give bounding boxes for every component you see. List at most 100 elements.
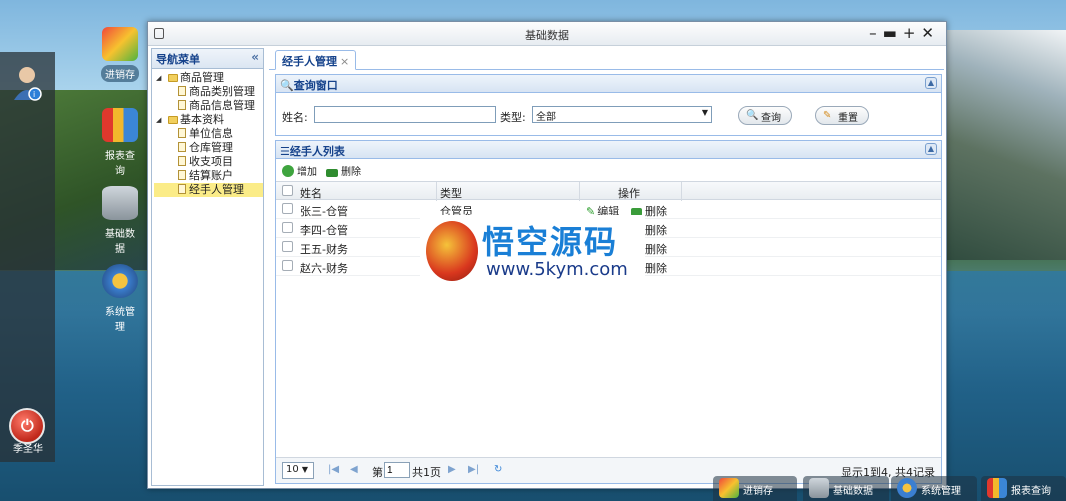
taskbar: 进销存 基础数据 系统管理 报表查询 bbox=[713, 462, 1066, 501]
query-panel: 🔍查询窗口 ▲ 姓名: 类型: 全部 ▼ 🔍 查询 ✎ 重置 bbox=[275, 74, 942, 136]
chevron-down-icon: ▼ bbox=[301, 465, 309, 474]
cell-name: 赵六-财务 bbox=[300, 262, 348, 275]
taskbar-item-reports[interactable]: 报表查询 bbox=[981, 476, 1066, 501]
prev-page-icon[interactable]: ◀ bbox=[350, 464, 358, 475]
last-page-icon[interactable]: ▶| bbox=[468, 464, 479, 475]
page-size-select[interactable]: 10 ▼ bbox=[282, 462, 314, 479]
tree-item-account[interactable]: 结算账户 bbox=[154, 169, 263, 183]
list-panel-title: 经手人列表 bbox=[289, 145, 345, 158]
add-icon[interactable]: + bbox=[903, 24, 922, 42]
nav-tree: ◢ 商品管理 商品类别管理 商品信息管理 ◢ 基本资料 单位信息 仓库管理 收支项目… bbox=[152, 69, 263, 197]
delete-button[interactable]: 删除 bbox=[326, 163, 361, 178]
delete-link[interactable]: 删除 bbox=[645, 222, 667, 238]
expand-icon[interactable]: ◢ bbox=[156, 71, 161, 85]
minimize-icon[interactable]: – bbox=[869, 24, 883, 42]
delete-button-label: 删除 bbox=[341, 167, 361, 178]
tree-folder-basic[interactable]: ◢ 基本资料 bbox=[154, 113, 263, 127]
tree-item-warehouse[interactable]: 仓库管理 bbox=[154, 141, 263, 155]
delete-link[interactable]: 删除 bbox=[645, 241, 667, 257]
list-panel: ☰经手人列表 ▲ 增加 删除 姓名 类型 操作 张三-仓管 仓管员 ✎ 编辑 删… bbox=[275, 140, 942, 484]
document-icon bbox=[178, 142, 186, 152]
chevron-down-icon: ▼ bbox=[701, 108, 708, 117]
name-input[interactable] bbox=[314, 106, 496, 123]
tree-item-handler[interactable]: 经手人管理 bbox=[154, 183, 263, 197]
maximize-icon[interactable]: ▬ bbox=[883, 24, 903, 42]
delete-link-label: 删除 bbox=[645, 205, 667, 218]
grid-header: 姓名 类型 操作 bbox=[276, 181, 941, 201]
database-icon bbox=[102, 186, 138, 220]
name-label: 姓名: bbox=[282, 111, 308, 124]
desktop-icon-basic-data[interactable]: 基础数据 bbox=[97, 186, 143, 256]
document-icon bbox=[178, 156, 186, 166]
query-panel-title: 查询窗口 bbox=[293, 79, 338, 92]
tree-folder-label: 基本资料 bbox=[180, 113, 224, 126]
watermark: 悟空源码 www.5kym.com bbox=[420, 215, 645, 287]
taskbar-item-label: 报表查询 bbox=[1011, 486, 1051, 497]
gears-icon bbox=[102, 264, 138, 298]
tree-item-label: 商品信息管理 bbox=[189, 99, 255, 112]
window-titlebar[interactable]: 基础数据 –▬+✕ bbox=[148, 22, 946, 46]
tree-item-product-info[interactable]: 商品信息管理 bbox=[154, 99, 263, 113]
pencil-icon: ✎ bbox=[823, 110, 832, 121]
taskbar-item-system[interactable]: 系统管理 bbox=[891, 476, 977, 501]
reset-button[interactable]: ✎ 重置 bbox=[815, 106, 869, 125]
desktop-icon-jinxiaocun[interactable]: 进销存 bbox=[97, 27, 143, 82]
tree-item-category[interactable]: 商品类别管理 bbox=[154, 85, 263, 99]
next-page-icon[interactable]: ▶ bbox=[448, 464, 456, 475]
package-cubes-icon bbox=[719, 478, 739, 498]
cell-name: 王五-财务 bbox=[300, 243, 348, 256]
tab-close-icon[interactable]: × bbox=[340, 55, 349, 68]
taskbar-item-label: 系统管理 bbox=[921, 486, 961, 497]
power-icon: ⏻ bbox=[21, 416, 34, 435]
tree-item-label: 经手人管理 bbox=[189, 183, 244, 196]
bar-chart-icon bbox=[102, 108, 138, 142]
desktop-wallpaper-right bbox=[936, 30, 1066, 260]
taskbar-item-jinxiaocun[interactable]: 进销存 bbox=[713, 476, 797, 501]
select-all-checkbox[interactable] bbox=[282, 185, 293, 196]
desktop-icon-label: 进销存 bbox=[101, 65, 139, 82]
tree-item-label: 收支项目 bbox=[189, 155, 233, 168]
tree-item-income-expense[interactable]: 收支项目 bbox=[154, 155, 263, 169]
list-icon: ☰ bbox=[280, 145, 290, 158]
power-button[interactable]: ⏻ bbox=[9, 408, 45, 444]
add-button-label: 增加 bbox=[297, 167, 317, 178]
document-icon bbox=[178, 170, 186, 180]
type-select[interactable]: 全部 ▼ bbox=[532, 106, 712, 123]
page-number-input[interactable] bbox=[384, 462, 410, 478]
search-icon: 🔍 bbox=[280, 79, 294, 92]
list-toolbar: 增加 删除 bbox=[276, 159, 941, 181]
tree-folder-products[interactable]: ◢ 商品管理 bbox=[154, 71, 263, 85]
desktop-icon-system[interactable]: 系统管理 bbox=[97, 264, 143, 334]
delete-link[interactable]: 删除 bbox=[645, 260, 667, 276]
row-checkbox[interactable] bbox=[282, 241, 293, 252]
row-checkbox[interactable] bbox=[282, 222, 293, 233]
tree-item-unit[interactable]: 单位信息 bbox=[154, 127, 263, 141]
tab-strip: 经手人管理 × bbox=[269, 48, 944, 70]
add-button[interactable]: 增加 bbox=[282, 163, 317, 178]
collapse-icon[interactable]: « bbox=[251, 50, 259, 64]
desktop-icon-reports[interactable]: 报表查询 bbox=[97, 108, 143, 178]
type-label: 类型: bbox=[500, 111, 526, 124]
collapse-panel-icon[interactable]: ▲ bbox=[925, 77, 937, 89]
tree-item-label: 单位信息 bbox=[189, 127, 233, 140]
nav-sidebar: 导航菜单 « ◢ 商品管理 商品类别管理 商品信息管理 ◢ 基本资料 单位信息 仓库… bbox=[151, 48, 264, 486]
collapse-panel-icon[interactable]: ▲ bbox=[925, 143, 937, 155]
sidebar-title: 导航菜单 bbox=[156, 53, 200, 66]
search-button[interactable]: 🔍 查询 bbox=[738, 106, 792, 125]
column-header-name[interactable]: 姓名 bbox=[300, 185, 322, 201]
tree-folder-label: 商品管理 bbox=[180, 71, 224, 84]
svg-text:i: i bbox=[33, 90, 35, 99]
user-name: 季圣华 bbox=[13, 444, 43, 455]
user-avatar-icon[interactable]: i bbox=[12, 64, 42, 102]
tab-handler-management[interactable]: 经手人管理 × bbox=[275, 50, 357, 70]
delete-link-label: 删除 bbox=[645, 262, 667, 275]
first-page-icon[interactable]: |◀ bbox=[328, 464, 339, 475]
row-checkbox[interactable] bbox=[282, 203, 293, 214]
row-checkbox[interactable] bbox=[282, 260, 293, 271]
refresh-icon[interactable]: ↻ bbox=[494, 464, 502, 475]
close-icon[interactable]: ✕ bbox=[921, 24, 940, 42]
column-header-type[interactable]: 类型 bbox=[440, 185, 462, 201]
expand-icon[interactable]: ◢ bbox=[156, 113, 161, 127]
page-prefix: 第 bbox=[372, 466, 383, 479]
taskbar-item-basic-data[interactable]: 基础数据 bbox=[803, 476, 889, 501]
